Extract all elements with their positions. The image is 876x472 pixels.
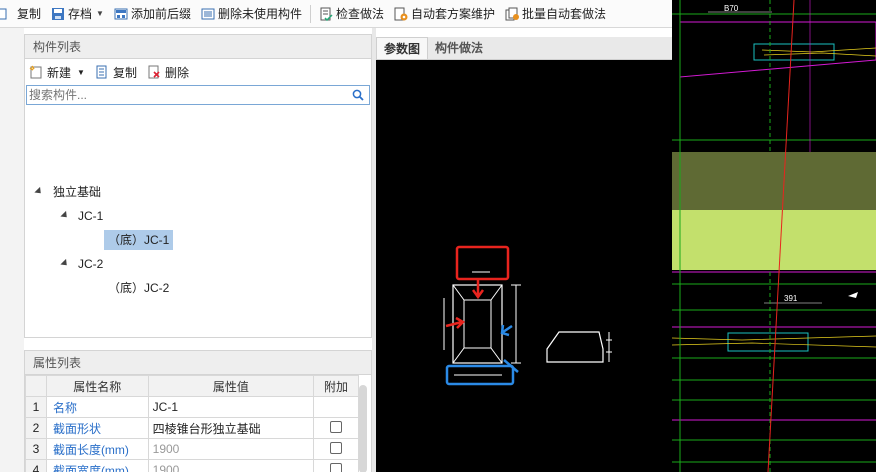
add-prefix-suffix-button[interactable]: 添加前后缀 (109, 3, 196, 25)
property-extra-header: 附加 (313, 375, 359, 397)
table-row[interactable]: 3 截面长度(mm) 1900 (25, 438, 359, 460)
property-name-header: 属性名称 (45, 375, 149, 397)
copy-component-button[interactable]: 复制 (95, 64, 137, 81)
expand-arrow-icon[interactable] (34, 186, 44, 197)
batch-auto-icon (505, 7, 520, 21)
tab-component-method[interactable]: 构件做法 (428, 37, 490, 59)
expand-arrow-icon[interactable] (60, 210, 70, 221)
cad-drawing: B70 391 (671, 0, 876, 472)
expand-arrow-icon[interactable] (60, 258, 70, 269)
prefix-suffix-icon (114, 7, 128, 21)
property-value[interactable]: JC-1 (147, 396, 315, 418)
table-row[interactable]: 2 截面形状 四棱锥台形独立基础 (25, 417, 359, 439)
cad-dim-top: B70 (724, 4, 739, 13)
property-name: 截面长度(mm) (45, 438, 149, 460)
arrow-right-icon (445, 316, 466, 329)
property-value-header: 属性值 (147, 375, 315, 397)
property-value[interactable]: 四棱锥台形独立基础 (147, 417, 315, 439)
canvas-tabs: 参数图 构件做法 (376, 37, 672, 60)
chevron-down-icon[interactable]: ▼ (77, 68, 85, 77)
delete-component-button[interactable]: 删除 (147, 64, 189, 81)
auto-scheme-icon (394, 7, 408, 21)
copy-icon (95, 65, 109, 79)
property-table: 属性名称 属性值 附加 1 名称 JC-1 2 截面形状 四棱锥台形独立基础 3… (25, 375, 359, 472)
search-input[interactable] (29, 88, 329, 102)
property-value[interactable]: 1900 (147, 438, 315, 460)
parameter-diagram-canvas[interactable] (376, 60, 672, 472)
save-icon (51, 7, 65, 21)
property-name: 截面形状 (45, 417, 149, 439)
delete-icon (147, 65, 161, 79)
auto-scheme-button[interactable]: 自动套方案维护 (389, 3, 500, 25)
top-toolbar: 复制 存档 ▼ 添加前后缀 删除未使用构件 检查做法 自动套方案维护 批量自动套… (0, 0, 672, 28)
tree-item-jc1-bottom[interactable]: （底）JC-1 (104, 230, 174, 250)
property-header-row: 属性名称 属性值 附加 (25, 375, 359, 397)
property-list-title: 属性列表 (25, 351, 371, 375)
copy-button[interactable]: 复制 (0, 3, 46, 25)
component-list-tools: 新建 ▼ 复制 删除 (25, 59, 371, 85)
row-num-header (25, 375, 47, 397)
component-search[interactable] (26, 85, 370, 105)
tree-item-jc2-bottom[interactable]: （底）JC-2 (108, 278, 169, 298)
delete-unused-button[interactable]: 删除未使用构件 (196, 3, 307, 25)
tree-group-jc1[interactable]: JC-1 (78, 206, 103, 226)
component-list-title: 构件列表 (25, 35, 371, 59)
copy-icon (0, 7, 14, 21)
arrow-left-icon (500, 324, 513, 337)
arrow-down-icon (471, 280, 485, 300)
property-value[interactable]: 1900 (147, 459, 315, 472)
new-component-button[interactable]: 新建 ▼ (29, 64, 85, 81)
cad-dim-mid: 391 (784, 294, 798, 303)
new-icon (29, 65, 43, 79)
check-method-button[interactable]: 检查做法 (314, 3, 389, 25)
property-name: 名称 (45, 396, 149, 418)
save-button[interactable]: 存档 ▼ (46, 3, 109, 25)
check-method-icon (319, 7, 333, 21)
component-tree: 独立基础 JC-1 （底）JC-1 JC-2 （底）JC-2 (25, 105, 371, 305)
toolbar-divider (309, 4, 311, 23)
foundation-diagram (443, 245, 612, 386)
foundation-inner-outline (463, 299, 492, 349)
left-gutter (0, 28, 24, 472)
extra-checkbox[interactable] (330, 420, 343, 433)
foundation-section (546, 331, 604, 363)
property-list-panel: 属性列表 属性名称 属性值 附加 1 名称 JC-1 2 截面形状 四棱锥台形独… (24, 350, 372, 472)
app-window: 复制 存档 ▼ 添加前后缀 删除未使用构件 检查做法 自动套方案维护 批量自动套… (0, 0, 876, 472)
component-list-panel: 构件列表 新建 ▼ 复制 删除 搜索构件... 独立基础 JC-1 （底）JC-… (24, 34, 372, 338)
tab-param-diagram[interactable]: 参数图 (376, 37, 429, 59)
lime-band (672, 210, 876, 270)
batch-auto-button[interactable]: 批量自动套做法 (500, 3, 611, 25)
search-icon[interactable] (352, 89, 364, 101)
chevron-down-icon[interactable]: ▼ (96, 9, 104, 18)
top-dimension-highlight (455, 245, 510, 281)
scrollbar[interactable] (359, 385, 367, 472)
extra-checkbox[interactable] (330, 441, 343, 454)
table-row[interactable]: 4 截面宽度(mm) 1900 (25, 459, 359, 472)
tree-group-jc2[interactable]: JC-2 (78, 254, 103, 274)
tree-root-label[interactable]: 独立基础 (53, 182, 101, 202)
delete-unused-icon (201, 7, 215, 21)
extra-checkbox[interactable] (330, 462, 343, 472)
cad-drawing-view[interactable]: B70 391 (671, 0, 876, 472)
table-row[interactable]: 1 名称 JC-1 (25, 396, 359, 418)
property-name: 截面宽度(mm) (45, 459, 149, 472)
olive-band (672, 152, 876, 210)
